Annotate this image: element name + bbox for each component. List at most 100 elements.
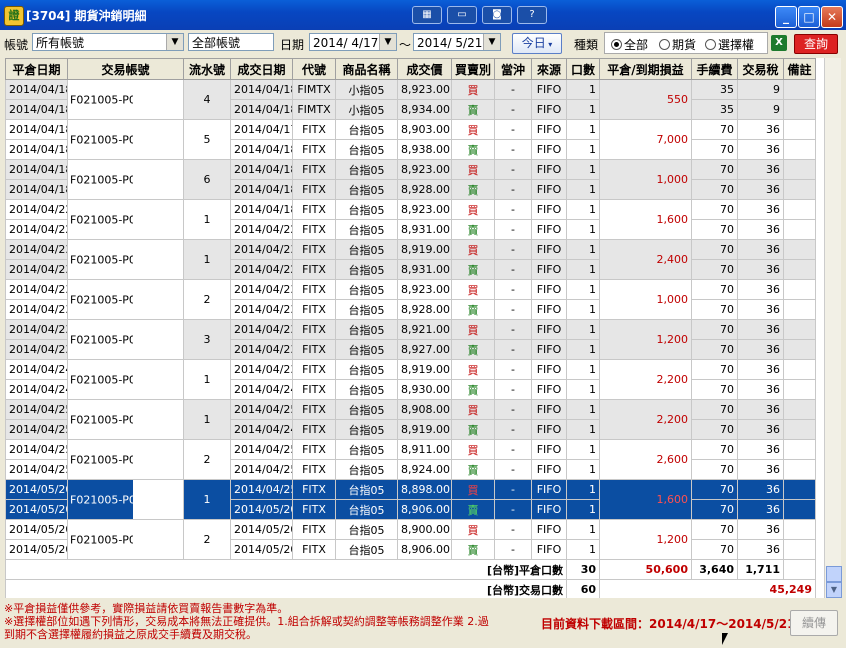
chevron-down-icon[interactable]: ▼: [379, 34, 396, 50]
date-from-value: 2014/ 4/17: [313, 36, 379, 50]
column-header[interactable]: 平倉/到期損益: [599, 58, 692, 80]
column-header[interactable]: 買賣別: [451, 58, 495, 80]
trade-date-cell: 2014/05/20: [230, 539, 293, 560]
grid-icon[interactable]: ▦: [412, 6, 442, 24]
pnl-cell: 1,000: [599, 279, 692, 320]
scroll-down-icon[interactable]: ▼: [826, 582, 842, 598]
fee-cell: 70: [691, 259, 738, 280]
column-header[interactable]: 平倉日期: [5, 58, 68, 80]
tax-cell: 36: [737, 259, 784, 280]
trade-date-cell: 2014/05/20: [230, 519, 293, 540]
code-cell: FITX: [292, 519, 336, 540]
type-radio-futures[interactable]: 期貨: [659, 36, 696, 53]
type-radio-options[interactable]: 選擇權: [705, 36, 754, 53]
close-date-cell: 2014/04/25: [5, 419, 68, 440]
chevron-down-icon[interactable]: ▼: [483, 34, 500, 50]
window-icon[interactable]: ▭: [447, 6, 477, 24]
today-button[interactable]: 今日 ▾: [512, 33, 562, 54]
scroll-thumb[interactable]: [826, 566, 842, 582]
account-cell: F021005-P05: [67, 239, 184, 280]
tax-cell: 36: [737, 479, 784, 500]
daytrade-cell: -: [494, 499, 532, 520]
camera-icon[interactable]: ◙: [482, 6, 512, 24]
side-cell: 買: [451, 279, 495, 300]
code-cell: FITX: [292, 319, 336, 340]
chevron-down-icon[interactable]: ▼: [166, 34, 183, 50]
price-cell: 8,923.00: [397, 79, 452, 100]
table-row[interactable]: 2014/04/25 F021005-P05 1 2014/04/25 FITX 台指05…: [5, 399, 816, 440]
continue-button[interactable]: 續傳: [790, 610, 838, 636]
download-range: 目前資料下載區間：2014/4/17～2014/5/21: [541, 617, 796, 631]
source-cell: FIFO: [531, 219, 567, 240]
table-row[interactable]: 2014/04/23 F021005-P05 3 2014/04/23 FITX 台指05…: [5, 319, 816, 360]
close-button[interactable]: ✕: [821, 6, 843, 28]
table-row[interactable]: 2014/04/18 F021005-P05 4 2014/04/18 FIMTX 小指0…: [5, 79, 816, 120]
query-button[interactable]: 查詢: [794, 34, 838, 54]
code-cell: FITX: [292, 399, 336, 420]
column-header[interactable]: 備註: [783, 58, 816, 80]
type-radio-all[interactable]: 全部: [611, 36, 648, 53]
column-header[interactable]: 當沖: [494, 58, 532, 80]
table-row[interactable]: 2014/05/20 F021005-P05 2 2014/05/20 FITX 台指05…: [5, 519, 816, 560]
table-row[interactable]: 2014/04/25 F021005-P05 2 2014/04/25 FITX 台指05…: [5, 439, 816, 480]
daytrade-cell: -: [494, 379, 532, 400]
vertical-scrollbar[interactable]: ▼: [824, 58, 842, 598]
qty-cell: 1: [566, 399, 600, 420]
table-row[interactable]: 2014/04/24 F021005-P05 1 2014/04/23 FITX 台指05…: [5, 359, 816, 400]
detail-grid[interactable]: 平倉日期 交易帳號 流水號 成交日期 代號 商品名稱 成交價 買賣別 當沖 來源 口數 平倉/到期損益…: [5, 58, 824, 598]
column-header[interactable]: 來源: [531, 58, 567, 80]
pnl-cell: 550: [599, 79, 692, 120]
fee-cell: 70: [691, 119, 738, 140]
side-cell: 賣: [451, 539, 495, 560]
code-cell: FITX: [292, 539, 336, 560]
help-icon[interactable]: ?: [517, 6, 547, 24]
trade-date-cell: 2014/04/18: [230, 179, 293, 200]
maximize-button[interactable]: □: [798, 6, 820, 28]
tax-cell: 36: [737, 379, 784, 400]
account-cell: F021005-P05: [67, 399, 184, 440]
product-cell: 小指05: [335, 79, 398, 100]
column-header[interactable]: 成交價: [397, 58, 452, 80]
date-from-picker[interactable]: 2014/ 4/17 ▼: [309, 33, 397, 51]
column-header[interactable]: 流水號: [183, 58, 231, 80]
code-cell: FITX: [292, 359, 336, 380]
excel-export-icon[interactable]: X: [771, 35, 787, 51]
source-cell: FIFO: [531, 119, 567, 140]
price-cell: 8,928.00: [397, 179, 452, 200]
minimize-button[interactable]: _: [775, 6, 797, 28]
account-select[interactable]: 所有帳號 ▼: [32, 33, 184, 51]
side-cell: 買: [451, 439, 495, 460]
table-row[interactable]: 2014/04/23 F021005-P05 2 2014/04/23 FITX 台指05…: [5, 279, 816, 320]
column-header[interactable]: 口數: [566, 58, 600, 80]
table-row[interactable]: 2014/05/20 F021005-P05 1 2014/04/25 FITX 台指05…: [5, 479, 816, 520]
table-row[interactable]: 2014/04/22 F021005-P05 1 2014/04/18 FITX 台指05…: [5, 199, 816, 240]
tax-cell: 36: [737, 339, 784, 360]
column-header[interactable]: 手續費: [691, 58, 738, 80]
table-row[interactable]: 2014/04/23 F021005-P05 1 2014/04/23 FITX 台指05…: [5, 239, 816, 280]
qty-cell: 1: [566, 319, 600, 340]
code-cell: FIMTX: [292, 79, 336, 100]
title-toolbar: ▦ ▭ ◙?: [412, 6, 552, 24]
product-cell: 台指05: [335, 519, 398, 540]
column-header[interactable]: 商品名稱: [335, 58, 398, 80]
serial-cell: 5: [183, 119, 231, 160]
column-header[interactable]: 交易稅: [737, 58, 784, 80]
qty-cell: 1: [566, 519, 600, 540]
code-cell: FITX: [292, 459, 336, 480]
column-header[interactable]: 代號: [292, 58, 336, 80]
table-row[interactable]: 2014/04/18 F021005-P05 5 2014/04/17 FITX 台指05…: [5, 119, 816, 160]
remark-cell: [783, 279, 816, 300]
side-cell: 賣: [451, 379, 495, 400]
product-cell: 台指05: [335, 499, 398, 520]
source-cell: FIFO: [531, 539, 567, 560]
date-to-picker[interactable]: 2014/ 5/21 ▼: [413, 33, 501, 51]
account-name-field[interactable]: 全部帳號: [188, 33, 274, 51]
table-row[interactable]: 2014/04/18 F021005-P05 6 2014/04/18 FITX 台指05…: [5, 159, 816, 200]
tax-cell: 36: [737, 539, 784, 560]
column-header[interactable]: 交易帳號: [67, 58, 184, 80]
close-date-cell: 2014/04/23: [5, 279, 68, 300]
fee-cell: 70: [691, 239, 738, 260]
source-cell: FIFO: [531, 439, 567, 460]
summary-trade-qty: 60: [566, 579, 600, 598]
column-header[interactable]: 成交日期: [230, 58, 293, 80]
